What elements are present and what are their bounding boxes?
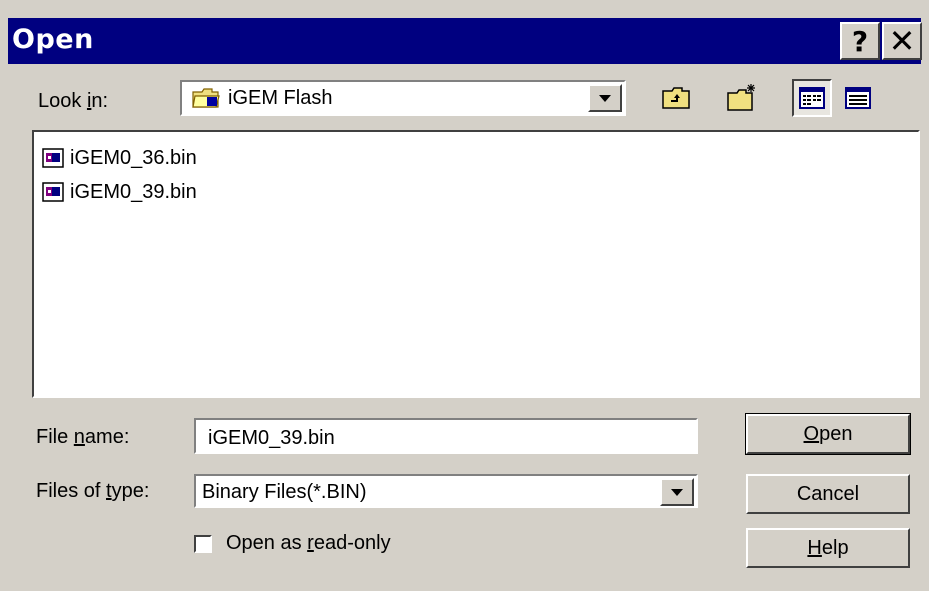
details-view-icon [845,87,871,109]
list-view-button[interactable] [792,79,832,117]
read-only-label: Open as read-only [226,532,391,554]
look-in-dropdown-button[interactable] [588,84,622,112]
list-view-icon [799,87,825,109]
create-new-folder-button[interactable] [722,79,762,117]
cancel-button[interactable]: Cancel [746,474,910,514]
read-only-option[interactable]: Open as read-only [194,532,391,555]
title-bar[interactable]: Open ? ✕ [8,18,922,64]
close-button[interactable]: ✕ [882,22,922,60]
read-only-checkbox[interactable] [194,534,212,553]
details-view-button[interactable] [838,79,878,117]
open-dialog: Open ? ✕ Look in: iGEM Flash iGEM0_36.bi… [0,0,929,591]
help-button[interactable]: ? [840,22,880,60]
file-type-label: Files of type: [36,480,150,502]
folder-icon [192,88,220,108]
new-folder-icon [727,84,755,111]
file-name-field[interactable] [194,418,698,454]
up-folder-icon [662,87,690,109]
look-in-dropdown[interactable]: iGEM Flash [180,80,626,116]
close-icon: ✕ [888,22,916,60]
list-item[interactable]: iGEM0_39.bin [42,178,197,206]
file-name: iGEM0_39.bin [70,180,197,203]
file-type-dropdown-button[interactable] [660,478,694,506]
file-list[interactable]: iGEM0_36.bin iGEM0_39.bin [32,130,920,398]
file-name: iGEM0_36.bin [70,146,197,169]
chevron-down-icon [671,488,683,496]
look-in-label: Look in: [38,90,109,112]
help-dialog-button[interactable]: Help [746,528,910,568]
look-in-value: iGEM Flash [228,87,333,109]
bin-file-icon [42,148,64,168]
question-mark-icon: ? [851,24,869,58]
dialog-title: Open [12,24,94,55]
file-name-label: File name: [36,426,130,448]
up-one-level-button[interactable] [656,79,696,117]
chevron-down-icon [599,94,611,102]
file-type-value: Binary Files(*.BIN) [202,481,367,503]
open-button[interactable]: Open [745,413,911,455]
file-type-dropdown[interactable]: Binary Files(*.BIN) [194,474,698,508]
bin-file-icon [42,182,64,202]
list-item[interactable]: iGEM0_36.bin [42,144,197,172]
